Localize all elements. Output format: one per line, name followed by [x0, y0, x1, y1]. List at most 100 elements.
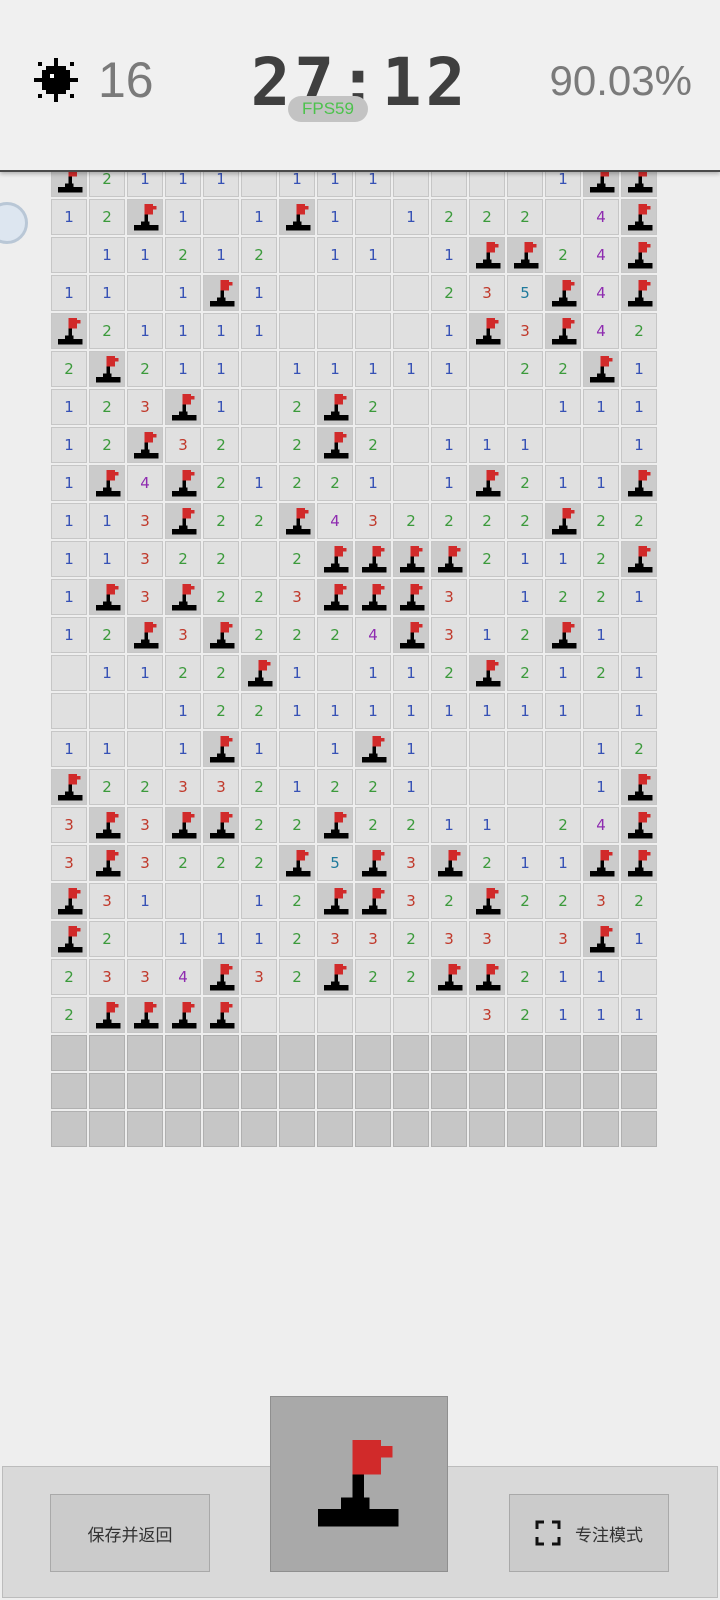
number-cell[interactable]: 4	[583, 237, 619, 273]
number-cell[interactable]: 1	[127, 313, 163, 349]
number-cell[interactable]: 2	[89, 617, 125, 653]
flagged-cell[interactable]	[469, 959, 505, 995]
flagged-cell[interactable]	[127, 427, 163, 463]
number-cell[interactable]: 1	[165, 921, 201, 957]
empty-cell[interactable]	[507, 769, 543, 805]
number-cell[interactable]: 2	[279, 465, 315, 501]
number-cell[interactable]: 3	[51, 807, 87, 843]
number-cell[interactable]: 4	[583, 199, 619, 235]
number-cell[interactable]: 1	[507, 579, 543, 615]
number-cell[interactable]: 2	[165, 845, 201, 881]
flagged-cell[interactable]	[355, 731, 391, 767]
number-cell[interactable]: 2	[241, 579, 277, 615]
number-cell[interactable]: 1	[51, 389, 87, 425]
unrevealed-cell[interactable]	[393, 1035, 429, 1071]
number-cell[interactable]: 1	[165, 731, 201, 767]
number-cell[interactable]: 2	[507, 959, 543, 995]
number-cell[interactable]: 1	[203, 313, 239, 349]
number-cell[interactable]: 1	[355, 465, 391, 501]
empty-cell[interactable]	[393, 237, 429, 273]
flagged-cell[interactable]	[203, 997, 239, 1033]
number-cell[interactable]: 1	[89, 237, 125, 273]
number-cell[interactable]: 2	[241, 503, 277, 539]
number-cell[interactable]: 2	[507, 997, 543, 1033]
number-cell[interactable]: 1	[469, 807, 505, 843]
number-cell[interactable]: 2	[545, 807, 581, 843]
empty-cell[interactable]	[279, 237, 315, 273]
empty-cell[interactable]	[241, 389, 277, 425]
number-cell[interactable]: 4	[583, 275, 619, 311]
flagged-cell[interactable]	[393, 541, 429, 577]
unrevealed-cell[interactable]	[583, 1035, 619, 1071]
unrevealed-cell[interactable]	[431, 1035, 467, 1071]
number-cell[interactable]: 1	[545, 655, 581, 691]
save-and-return-button[interactable]: 保存并返回	[50, 1494, 210, 1572]
number-cell[interactable]: 1	[203, 921, 239, 957]
flagged-cell[interactable]	[393, 617, 429, 653]
number-cell[interactable]: 2	[89, 389, 125, 425]
empty-cell[interactable]	[393, 389, 429, 425]
number-cell[interactable]: 1	[469, 617, 505, 653]
number-cell[interactable]: 2	[89, 769, 125, 805]
number-cell[interactable]: 1	[203, 351, 239, 387]
number-cell[interactable]: 1	[51, 503, 87, 539]
unrevealed-cell[interactable]	[355, 1035, 391, 1071]
number-cell[interactable]: 1	[51, 579, 87, 615]
flagged-cell[interactable]	[621, 845, 657, 881]
empty-cell[interactable]	[127, 275, 163, 311]
number-cell[interactable]: 2	[89, 921, 125, 957]
flagged-cell[interactable]	[51, 921, 87, 957]
unrevealed-cell[interactable]	[203, 1073, 239, 1109]
number-cell[interactable]: 1	[431, 351, 467, 387]
unrevealed-cell[interactable]	[469, 1111, 505, 1147]
number-cell[interactable]: 2	[203, 503, 239, 539]
unrevealed-cell[interactable]	[393, 1111, 429, 1147]
number-cell[interactable]: 1	[583, 731, 619, 767]
empty-cell[interactable]	[507, 807, 543, 843]
unrevealed-cell[interactable]	[317, 1073, 353, 1109]
number-cell[interactable]: 1	[431, 427, 467, 463]
flagged-cell[interactable]	[621, 275, 657, 311]
number-cell[interactable]: 2	[393, 921, 429, 957]
flagged-cell[interactable]	[51, 769, 87, 805]
unrevealed-cell[interactable]	[621, 1035, 657, 1071]
number-cell[interactable]: 2	[241, 807, 277, 843]
flagged-cell[interactable]	[51, 883, 87, 919]
number-cell[interactable]: 2	[545, 351, 581, 387]
unrevealed-cell[interactable]	[51, 1035, 87, 1071]
number-cell[interactable]: 2	[279, 617, 315, 653]
unrevealed-cell[interactable]	[545, 1073, 581, 1109]
unrevealed-cell[interactable]	[89, 1073, 125, 1109]
number-cell[interactable]: 1	[393, 693, 429, 729]
unrevealed-cell[interactable]	[507, 1035, 543, 1071]
number-cell[interactable]: 1	[431, 465, 467, 501]
empty-cell[interactable]	[431, 731, 467, 767]
number-cell[interactable]: 1	[469, 693, 505, 729]
number-cell[interactable]: 1	[51, 617, 87, 653]
empty-cell[interactable]	[355, 275, 391, 311]
number-cell[interactable]: 1	[51, 541, 87, 577]
number-cell[interactable]: 1	[355, 693, 391, 729]
number-cell[interactable]: 2	[469, 845, 505, 881]
unrevealed-cell[interactable]	[545, 1111, 581, 1147]
flagged-cell[interactable]	[621, 465, 657, 501]
unrevealed-cell[interactable]	[317, 1111, 353, 1147]
number-cell[interactable]: 1	[621, 579, 657, 615]
empty-cell[interactable]	[545, 427, 581, 463]
number-cell[interactable]: 2	[165, 541, 201, 577]
number-cell[interactable]: 2	[317, 769, 353, 805]
unrevealed-cell[interactable]	[279, 1035, 315, 1071]
number-cell[interactable]: 1	[507, 541, 543, 577]
number-cell[interactable]: 3	[51, 845, 87, 881]
number-cell[interactable]: 2	[355, 427, 391, 463]
number-cell[interactable]: 3	[127, 503, 163, 539]
number-cell[interactable]: 2	[279, 541, 315, 577]
empty-cell[interactable]	[279, 275, 315, 311]
number-cell[interactable]: 2	[545, 579, 581, 615]
unrevealed-cell[interactable]	[51, 1073, 87, 1109]
flagged-cell[interactable]	[127, 199, 163, 235]
empty-cell[interactable]	[545, 731, 581, 767]
number-cell[interactable]: 3	[431, 921, 467, 957]
number-cell[interactable]: 2	[393, 503, 429, 539]
number-cell[interactable]: 1	[165, 693, 201, 729]
